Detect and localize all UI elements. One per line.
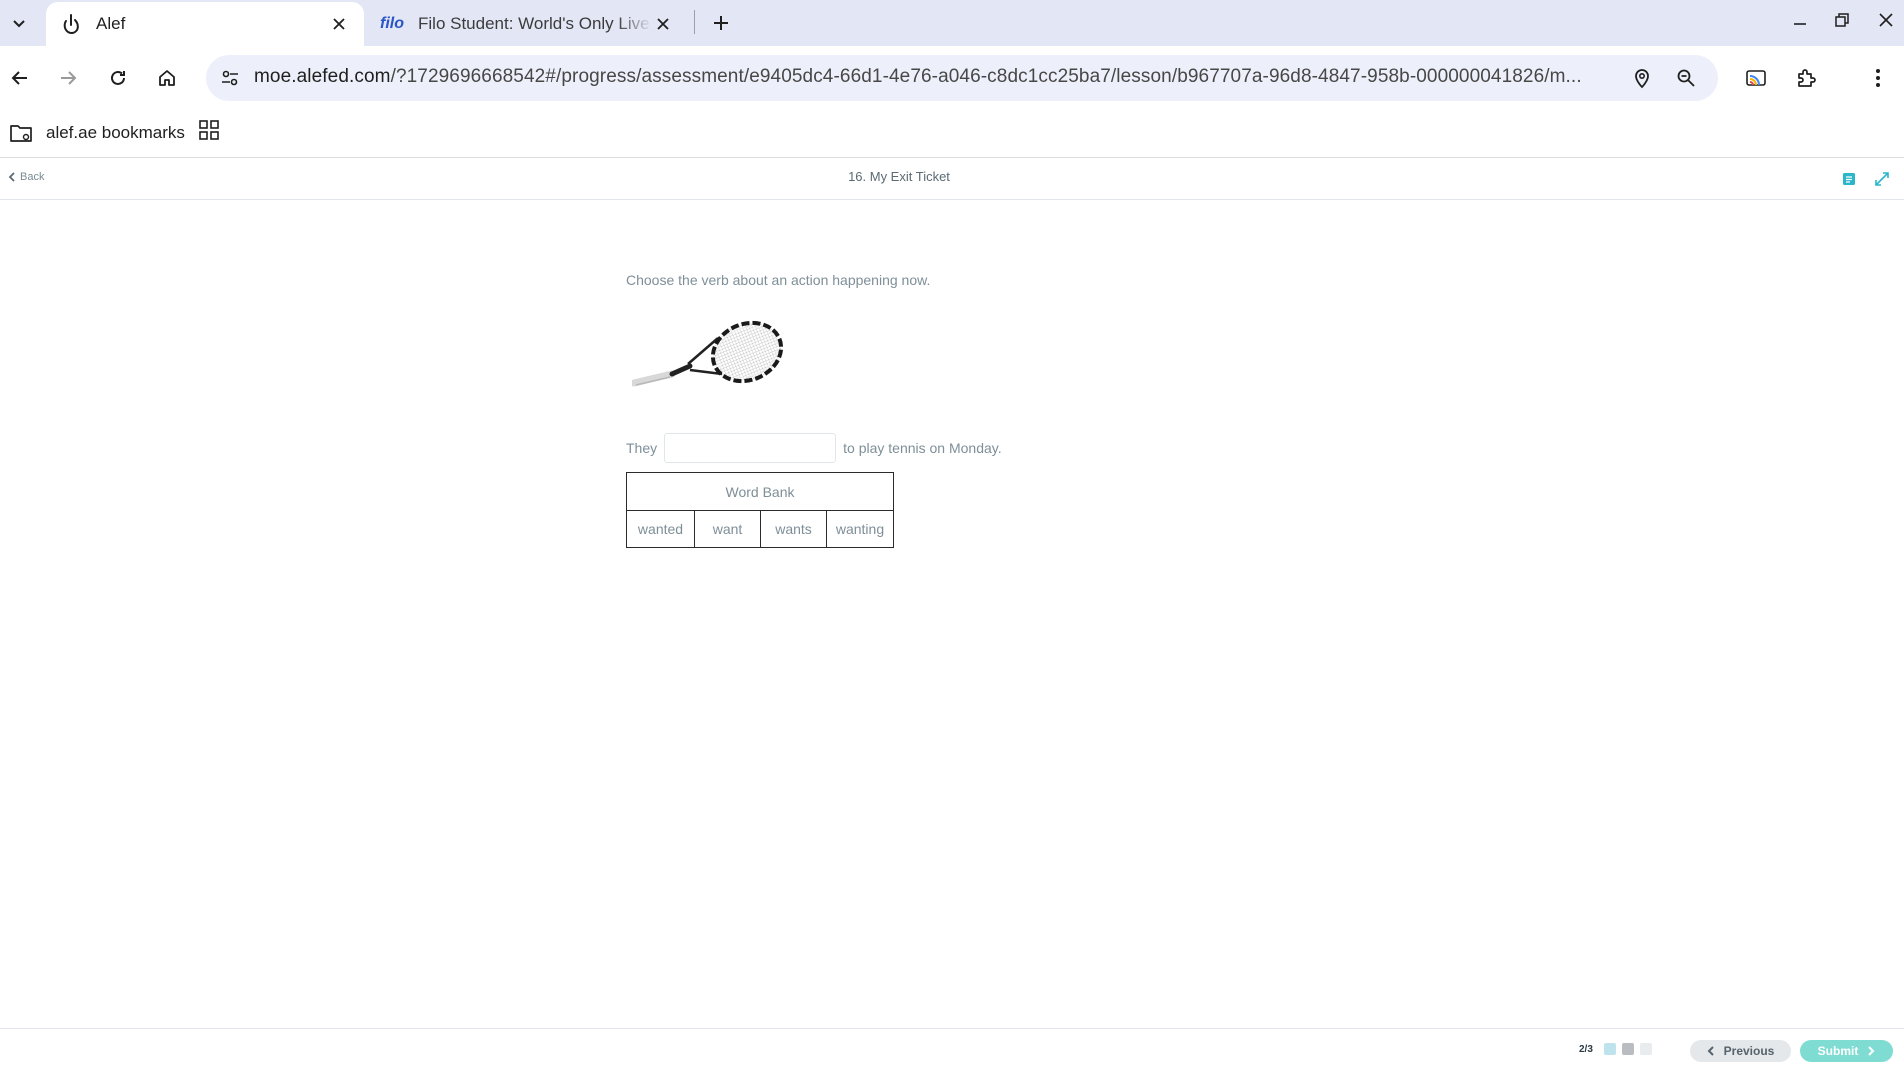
restore-button[interactable] bbox=[1822, 4, 1862, 36]
close-window-button[interactable] bbox=[1866, 4, 1904, 36]
plus-icon bbox=[714, 16, 728, 30]
fullscreen-button[interactable] bbox=[1871, 168, 1893, 190]
alef-icon bbox=[60, 13, 82, 35]
fill-in-sentence: They to play tennis on Monday. bbox=[626, 433, 1002, 463]
word-bank-item-wanted[interactable]: wanted bbox=[626, 510, 695, 548]
arrow-left-icon bbox=[11, 71, 27, 85]
word-bank-header: Word Bank bbox=[626, 472, 894, 511]
submit-label: Submit bbox=[1817, 1044, 1859, 1058]
word-bank-item-wants[interactable]: wants bbox=[760, 510, 827, 548]
previous-label: Previous bbox=[1723, 1044, 1775, 1058]
lesson-footer: 2/3 Previous Submit bbox=[0, 1028, 1904, 1069]
tab-separator bbox=[694, 10, 695, 34]
cast-button[interactable] bbox=[1738, 60, 1774, 96]
expand-icon bbox=[1875, 172, 1889, 186]
sentence-after: to play tennis on Monday. bbox=[843, 440, 1002, 456]
chevron-left-icon bbox=[1707, 1046, 1714, 1056]
answer-blank-input[interactable] bbox=[664, 433, 837, 463]
apps-button[interactable] bbox=[196, 117, 222, 143]
submit-button[interactable]: Submit bbox=[1800, 1040, 1893, 1062]
tab-filo[interactable]: filo Filo Student: World's Only Live I bbox=[366, 2, 688, 46]
zoom-icon[interactable] bbox=[1672, 64, 1700, 92]
forward-nav-button[interactable] bbox=[50, 60, 86, 96]
question-prompt: Choose the verb about an action happenin… bbox=[626, 272, 931, 288]
more-vert-icon bbox=[1876, 69, 1880, 87]
notes-icon bbox=[1843, 173, 1855, 185]
pager-dot-3[interactable] bbox=[1640, 1043, 1652, 1055]
extensions-button[interactable] bbox=[1788, 60, 1824, 96]
back-nav-button[interactable] bbox=[2, 60, 38, 96]
sentence-before: They bbox=[626, 440, 658, 456]
url-path: /?1729696668542#/progress/assessment/e94… bbox=[390, 66, 1582, 87]
reload-icon bbox=[111, 70, 125, 85]
tennis-racket-image bbox=[632, 320, 784, 387]
word-bank: Word Bank wanted want wants wanting bbox=[626, 472, 894, 548]
tab-search-button[interactable] bbox=[5, 9, 33, 37]
word-bank-item-want[interactable]: want bbox=[694, 510, 761, 548]
chevron-right-icon bbox=[1868, 1046, 1875, 1056]
chevron-down-icon bbox=[13, 20, 25, 28]
site-info-icon[interactable] bbox=[216, 64, 244, 92]
menu-button[interactable] bbox=[1860, 60, 1896, 96]
bookmark-folder-alef[interactable]: alef.ae bookmarks bbox=[8, 118, 185, 148]
cast-icon bbox=[1746, 70, 1766, 86]
arrow-right-icon bbox=[61, 71, 77, 85]
tab-title: Alef bbox=[96, 14, 126, 33]
minimize-button[interactable] bbox=[1780, 4, 1820, 36]
tab-title: Filo Student: World's Only Live I bbox=[418, 14, 652, 33]
filo-icon: filo bbox=[380, 15, 404, 32]
previous-button[interactable]: Previous bbox=[1690, 1040, 1791, 1062]
pager-dot-1[interactable] bbox=[1604, 1043, 1616, 1055]
bookmark-label: alef.ae bookmarks bbox=[46, 123, 185, 142]
folder-managed-icon bbox=[8, 120, 34, 146]
word-bank-item-wanting[interactable]: wanting bbox=[826, 510, 894, 548]
tab-strip: Alef filo Filo Student: World's Only Liv… bbox=[0, 0, 1904, 46]
bookmarks-bar: alef.ae bookmarks bbox=[0, 110, 1904, 158]
url-host: moe.alefed.com bbox=[254, 66, 391, 87]
home-icon bbox=[159, 70, 175, 86]
page-title: 16. My Exit Ticket bbox=[848, 169, 950, 184]
apps-grid-icon bbox=[199, 120, 219, 140]
close-tab-icon[interactable] bbox=[328, 13, 350, 35]
location-icon[interactable] bbox=[1628, 64, 1656, 92]
address-bar[interactable]: moe.alefed.com/?1729696668542#/progress/… bbox=[206, 55, 1718, 101]
lesson-header: Back 16. My Exit Ticket bbox=[0, 158, 1904, 200]
pager-count: 2/3 bbox=[1579, 1044, 1593, 1055]
pager-dot-2[interactable] bbox=[1622, 1043, 1634, 1055]
close-tab-icon[interactable] bbox=[652, 13, 674, 35]
tab-alef[interactable]: Alef bbox=[46, 2, 364, 46]
minimize-icon bbox=[1794, 23, 1806, 25]
reload-button[interactable] bbox=[100, 60, 136, 96]
new-tab-button[interactable] bbox=[704, 6, 738, 40]
close-icon bbox=[1879, 13, 1893, 27]
url-text[interactable]: moe.alefed.com/?1729696668542#/progress/… bbox=[254, 66, 1614, 88]
home-button[interactable] bbox=[149, 60, 185, 96]
puzzle-icon bbox=[1798, 69, 1816, 87]
notes-button[interactable] bbox=[1838, 168, 1860, 190]
browser-toolbar: moe.alefed.com/?1729696668542#/progress/… bbox=[0, 46, 1904, 110]
restore-icon bbox=[1835, 13, 1849, 27]
